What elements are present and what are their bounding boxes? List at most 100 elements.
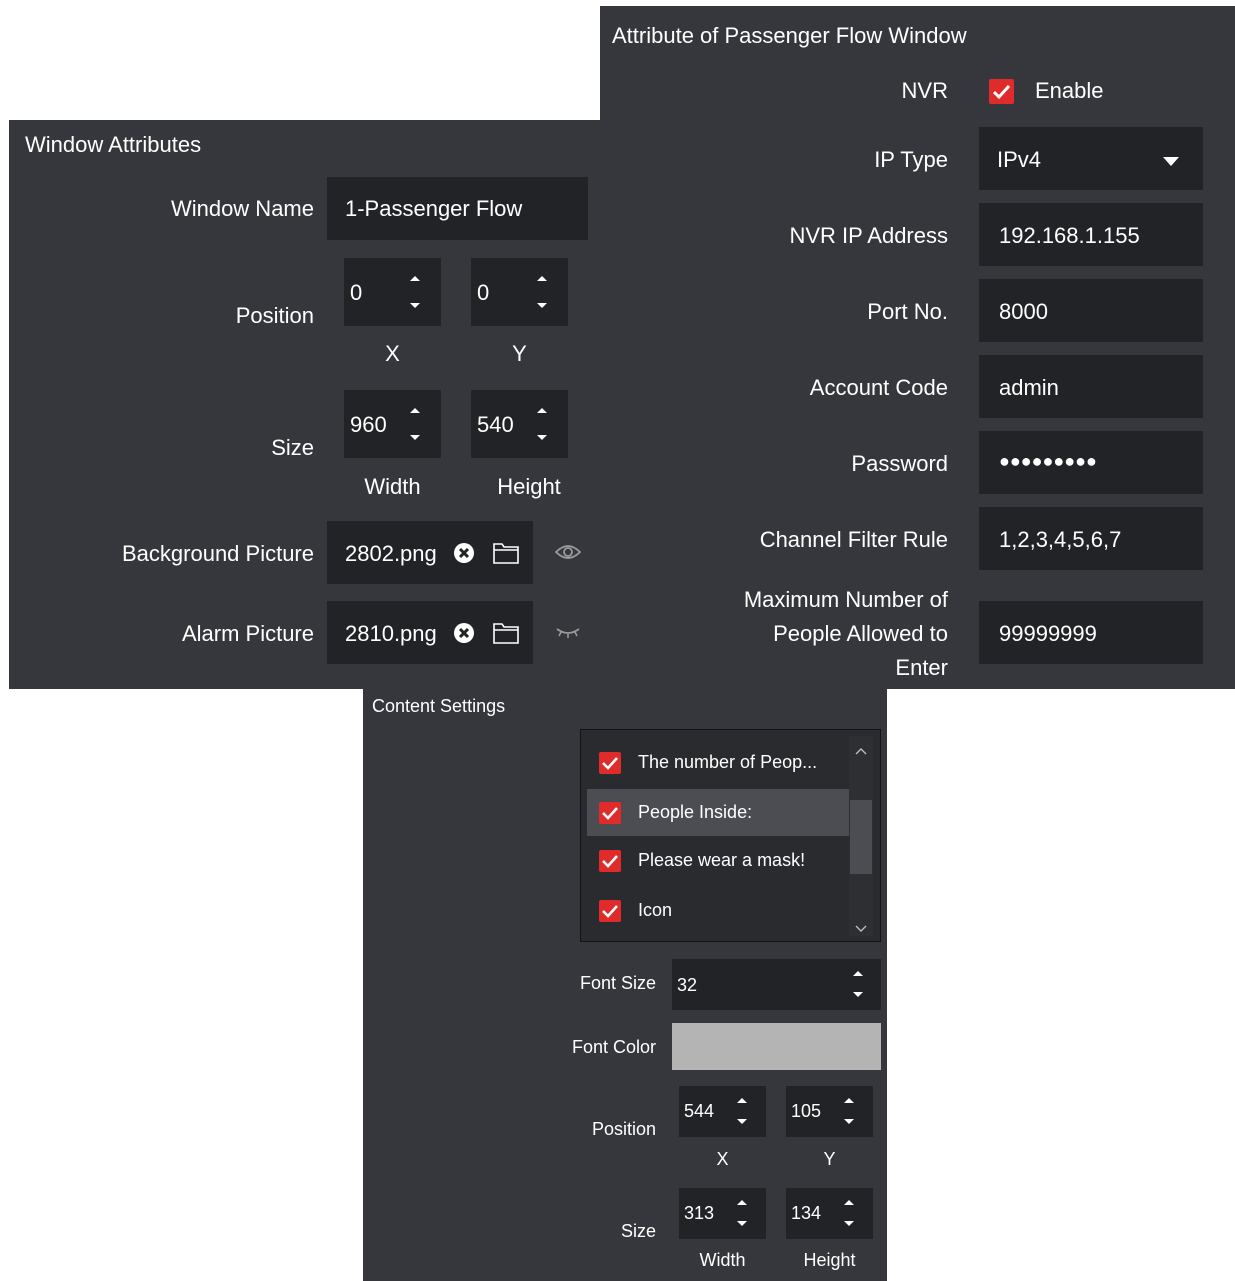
channel-filter-value: 1,2,3,4,5,6,7 [999,527,1122,552]
font-color-swatch[interactable] [672,1023,881,1070]
nvr-ip-label: NVR IP Address [789,223,948,248]
item-label: Please wear a mask! [638,850,806,870]
size-height-caption: Height [497,474,561,499]
spin-arrows-icon[interactable] [843,1097,857,1125]
size-label: Size [271,435,314,460]
ip-type-select[interactable]: IPv4 [979,127,1203,190]
item-label: Icon [638,900,673,920]
eye-closed-icon[interactable] [555,625,581,646]
size-width-spinbox[interactable]: 960 [344,390,441,458]
content-position-x-spinbox[interactable]: 544 [679,1086,766,1137]
account-label: Account Code [809,375,948,400]
scroll-down-icon[interactable] [855,920,867,938]
font-size-value: 32 [677,975,698,995]
content-settings-panel: Content Settings The number of Peop... P… [363,689,887,1281]
content-size-width-value: 313 [684,1203,715,1223]
position-x-value: 0 [350,280,363,305]
passenger-flow-panel: Attribute of Passenger Flow Window NVR E… [600,6,1235,689]
content-size-height-caption: Height [803,1250,856,1270]
size-height-value: 540 [477,412,514,437]
content-size-height-value: 134 [791,1203,822,1223]
scrollbar-thumb[interactable] [850,800,872,874]
spin-arrows-icon[interactable] [408,406,422,442]
nvr-label: NVR [901,78,948,103]
eye-open-icon[interactable] [554,542,582,567]
window-attributes-panel: Window Attributes Window Name 1-Passenge… [9,120,600,689]
item-label: The number of Peop... [638,752,818,772]
port-value: 8000 [999,299,1048,324]
list-item[interactable]: People Inside: [587,789,849,836]
max-people-label-line2: People Allowed to [773,621,948,646]
port-input[interactable]: 8000 [979,279,1203,342]
list-item[interactable]: The number of Peop... [587,738,849,784]
max-people-label-line1: Maximum Number of [743,587,948,612]
window-name-input[interactable]: 1-Passenger Flow [327,177,588,240]
window-name-label: Window Name [170,196,314,221]
dropdown-arrow-icon[interactable] [1163,154,1179,172]
content-position-y-value: 105 [791,1101,822,1121]
item-checkbox[interactable] [599,802,621,824]
size-width-caption: Width [364,474,421,499]
list-item[interactable]: Icon [587,888,849,934]
font-color-label: Font Color [571,1037,656,1057]
nvr-ip-value: 192.168.1.155 [999,223,1140,248]
item-label: People Inside: [638,802,753,822]
item-checkbox[interactable] [599,850,621,872]
channel-filter-label: Channel Filter Rule [759,527,948,552]
nvr-ip-input[interactable]: 192.168.1.155 [979,203,1203,266]
background-picture-value: 2802.png [345,541,437,566]
content-position-y-spinbox[interactable]: 105 [786,1086,873,1137]
passenger-flow-title: Attribute of Passenger Flow Window [612,23,967,48]
clear-icon[interactable] [453,542,475,569]
font-size-spinbox[interactable]: 32 [672,959,881,1010]
position-y-value: 0 [477,280,490,305]
content-position-x-value: 544 [684,1101,715,1121]
max-people-label-line3: Enter [895,655,948,680]
position-label: Position [235,303,314,328]
background-picture-label: Background Picture [122,541,314,566]
content-size-label: Size [620,1221,656,1241]
nvr-enable-checkbox[interactable] [989,79,1014,104]
password-input[interactable]: ●●●●●●●●● [979,431,1203,494]
position-x-spinbox[interactable]: 0 [344,258,441,326]
clear-icon[interactable] [453,622,475,649]
content-size-height-spinbox[interactable]: 134 [786,1188,873,1239]
max-people-input[interactable]: 99999999 [979,601,1203,664]
port-label: Port No. [867,299,948,324]
channel-filter-input[interactable]: 1,2,3,4,5,6,7 [979,507,1203,570]
background-picture-field[interactable]: 2802.png [327,521,533,584]
position-y-spinbox[interactable]: 0 [471,258,568,326]
alarm-picture-value: 2810.png [345,621,437,646]
account-value: admin [999,375,1059,400]
content-size-width-spinbox[interactable]: 313 [679,1188,766,1239]
password-label: Password [851,451,948,476]
spin-arrows-icon[interactable] [535,406,549,442]
spin-arrows-icon[interactable] [843,1199,857,1227]
folder-icon[interactable] [493,542,519,569]
alarm-picture-field[interactable]: 2810.png [327,601,533,664]
font-size-label: Font Size [579,973,656,993]
spin-arrows-icon[interactable] [736,1097,750,1125]
content-position-label: Position [591,1119,656,1139]
folder-icon[interactable] [493,622,519,649]
spin-arrows-icon[interactable] [535,274,549,310]
alarm-picture-label: Alarm Picture [181,621,314,646]
nvr-enable-label: Enable [1035,78,1104,103]
spin-arrows-icon[interactable] [852,970,866,998]
account-input[interactable]: admin [979,355,1203,418]
ip-type-label: IP Type [874,147,948,172]
list-item[interactable]: Please wear a mask! [587,838,849,884]
window-attributes-title: Window Attributes [25,132,202,157]
content-size-width-caption: Width [699,1250,746,1270]
item-checkbox[interactable] [599,900,621,922]
spin-arrows-icon[interactable] [408,274,422,310]
ip-type-value: IPv4 [997,147,1042,172]
scroll-up-icon[interactable] [855,742,867,760]
list-scrollbar[interactable] [849,736,873,936]
spin-arrows-icon[interactable] [736,1199,750,1227]
size-height-spinbox[interactable]: 540 [471,390,568,458]
content-items-list[interactable]: The number of Peop... People Inside: Ple… [580,729,881,942]
content-position-x-caption: X [716,1149,729,1169]
item-checkbox[interactable] [599,752,621,774]
size-width-value: 960 [350,412,387,437]
